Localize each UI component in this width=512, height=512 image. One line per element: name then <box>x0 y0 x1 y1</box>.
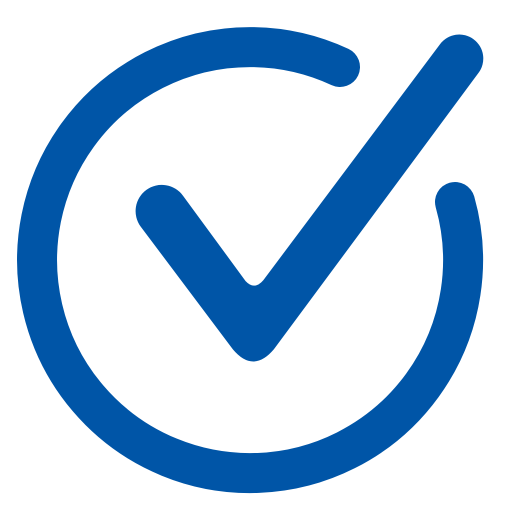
check-circle-graphic <box>0 0 512 512</box>
check-circle-icon <box>17 27 484 494</box>
check-mark <box>135 34 484 362</box>
